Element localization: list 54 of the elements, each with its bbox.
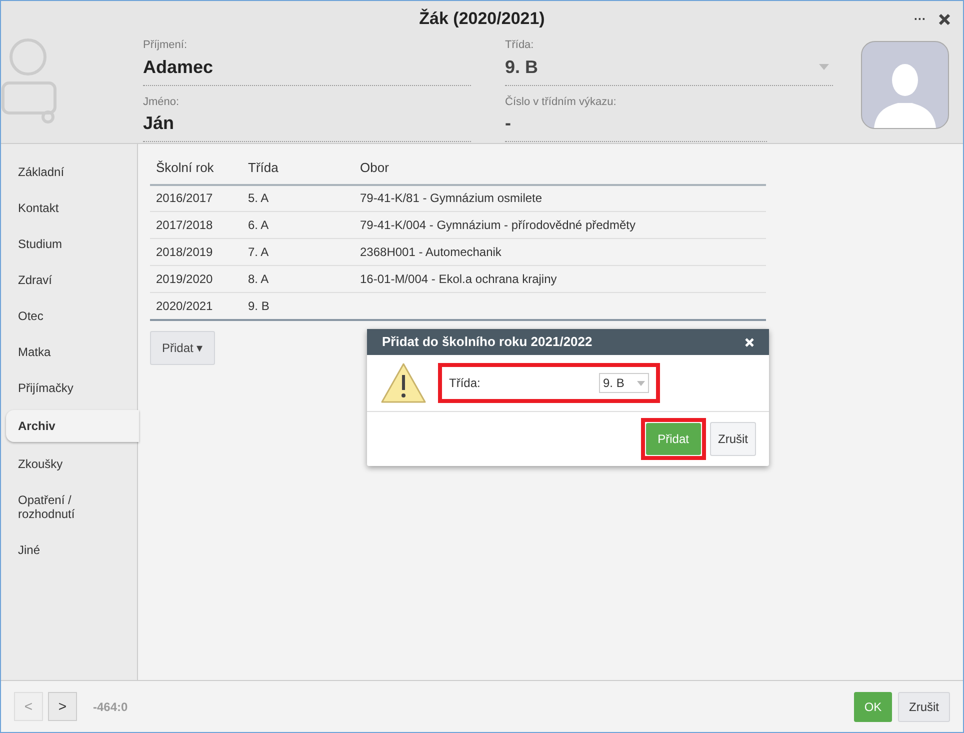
caret-icon bbox=[819, 64, 829, 70]
table-cell: 2017/2018 bbox=[150, 212, 242, 238]
field-label: Příjmení: bbox=[143, 38, 188, 53]
field-label: Třída: bbox=[449, 375, 480, 392]
field-value: Adamec bbox=[143, 56, 214, 78]
sidebar-tab[interactable]: Otec bbox=[6, 298, 131, 334]
field-value: - bbox=[505, 112, 511, 135]
table-cell: 16-01-M/004 - Ekol.a ochrana krajiny bbox=[354, 266, 766, 292]
close-icon[interactable] bbox=[938, 12, 951, 26]
dialog-title: Přidat do školního roku 2021/2022 bbox=[382, 333, 592, 352]
field-value: 9. B bbox=[505, 56, 538, 78]
sidebar-tab[interactable]: Zdraví bbox=[6, 262, 131, 298]
column-header: Třída bbox=[242, 158, 354, 184]
table-cell: 9. B bbox=[242, 292, 354, 320]
field-label: Číslo v třídním výkazu: bbox=[505, 94, 618, 110]
add-dropdown-button[interactable]: Přidat ▾ bbox=[150, 330, 215, 364]
table-cell: 2018/2019 bbox=[150, 238, 242, 266]
table-cell: 79-41-K/81 - Gymnázium osmilete bbox=[354, 184, 766, 212]
sidebar-tab[interactable]: Přijímačky bbox=[6, 370, 131, 406]
form-field[interactable]: Číslo v třídním výkazu: - bbox=[505, 94, 767, 142]
caret-icon bbox=[637, 380, 645, 386]
sidebar-tab[interactable]: Jiné bbox=[6, 532, 131, 568]
sidebar-tab[interactable]: Studium bbox=[6, 226, 131, 262]
cancel-button[interactable]: Zrušit bbox=[710, 422, 756, 456]
sidebar-tab[interactable]: Zkoušky bbox=[6, 446, 131, 482]
next-button[interactable]: > bbox=[48, 692, 77, 721]
field-label: Jméno: bbox=[143, 94, 180, 110]
column-header: Obor bbox=[354, 158, 766, 184]
table-cell: 5. A bbox=[242, 184, 354, 212]
sidebar-tab[interactable]: Matka bbox=[6, 334, 131, 370]
more-button[interactable]: ··· bbox=[914, 10, 926, 28]
form-field[interactable]: Třída: 9. B bbox=[505, 37, 833, 86]
sidebar-tab[interactable]: Archiv bbox=[6, 410, 139, 442]
window-title: Žák (2020/2021) bbox=[419, 8, 545, 30]
warning-icon bbox=[380, 362, 427, 404]
table-cell: 2019/2020 bbox=[150, 266, 242, 292]
table-cell: 7. A bbox=[242, 238, 354, 266]
field-label: Třída: bbox=[505, 38, 535, 53]
table-cell: 8. A bbox=[242, 266, 354, 292]
sidebar-tab[interactable]: Základní bbox=[6, 154, 131, 190]
class-select[interactable]: 9. B bbox=[599, 373, 649, 393]
table-cell: 2020/2021 bbox=[150, 292, 242, 320]
field-value: Ján bbox=[143, 112, 174, 135]
table-cell: 2016/2017 bbox=[150, 184, 242, 212]
position-text: -464:0 bbox=[93, 698, 128, 716]
table-cell: 6. A bbox=[242, 212, 354, 238]
form-field[interactable]: Příjmení: Adamec bbox=[143, 37, 471, 86]
table-cell: 2368H001 - Automechanik bbox=[354, 238, 766, 266]
form-field[interactable]: Jméno: Ján bbox=[143, 94, 471, 142]
table-cell: 79-41-K/004 - Gymnázium - přírodovědné předměty bbox=[354, 212, 766, 238]
column-header: Školní rok bbox=[150, 158, 242, 184]
sidebar-tab[interactable]: Opatření / rozhodnutí bbox=[6, 482, 131, 532]
sidebar-tab[interactable]: Kontakt bbox=[6, 190, 131, 226]
cancel-button[interactable]: Zrušit bbox=[898, 692, 950, 722]
